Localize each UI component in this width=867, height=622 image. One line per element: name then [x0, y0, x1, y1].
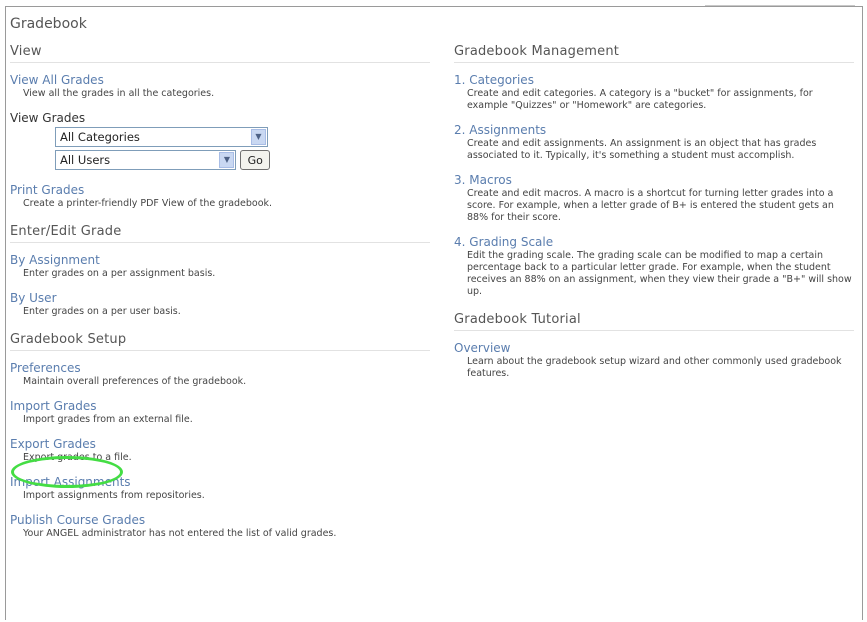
by-assignment-item: By Assignment Enter grades on a per assi… — [10, 253, 430, 280]
category-select[interactable]: All Categories ▼ — [55, 127, 268, 147]
by-user-desc: Enter grades on a per user basis. — [23, 306, 181, 317]
overview-item: Overview Learn about the gradebook setup… — [454, 341, 854, 380]
grading-scale-item: 4. Grading Scale Edit the grading scale.… — [454, 235, 854, 298]
view-grades-controls: All Categories ▼ All Users ▼ Go — [55, 127, 270, 170]
view-all-grades-link[interactable]: View All Grades — [10, 73, 430, 87]
export-grades-item: Export Grades Export grades to a file. — [10, 437, 430, 464]
import-grades-desc: Import grades from an external file. — [23, 414, 193, 425]
publish-course-grades-item: Publish Course Grades Your ANGEL adminis… — [10, 513, 430, 540]
view-all-grades-item: View All Grades View all the grades in a… — [10, 73, 430, 100]
preferences-desc: Maintain overall preferences of the grad… — [23, 376, 247, 387]
macros-desc: Create and edit macros. A macro is a sho… — [467, 188, 834, 223]
preferences-link[interactable]: Preferences — [10, 361, 430, 375]
publish-course-grades-link[interactable]: Publish Course Grades — [10, 513, 430, 527]
left-column: View View All Grades View all the grades… — [10, 44, 430, 551]
export-grades-desc: Export grades to a file. — [23, 452, 132, 463]
overview-desc: Learn about the gradebook setup wizard a… — [467, 356, 842, 379]
overview-link[interactable]: Overview — [454, 341, 854, 355]
import-assignments-desc: Import assignments from repositories. — [23, 490, 205, 501]
go-button[interactable]: Go — [240, 150, 270, 170]
print-grades-desc: Create a printer-friendly PDF View of th… — [23, 198, 273, 209]
chevron-down-icon[interactable]: ▼ — [251, 129, 266, 145]
gradebook-management-heading: Gradebook Management — [454, 44, 854, 63]
view-grades-label: View Grades — [10, 111, 86, 125]
assignments-desc: Create and edit assignments. An assignme… — [467, 138, 817, 161]
import-grades-link[interactable]: Import Grades — [10, 399, 430, 413]
view-all-grades-desc: View all the grades in all the categorie… — [23, 88, 215, 99]
user-select-value: All Users — [60, 153, 111, 167]
categories-item: 1. Categories Create and edit categories… — [454, 73, 854, 112]
enter-edit-heading: Enter/Edit Grade — [10, 224, 430, 243]
gradebook-tutorial-heading: Gradebook Tutorial — [454, 312, 854, 331]
assignments-item: 2. Assignments Create and edit assignmen… — [454, 123, 854, 162]
publish-course-grades-desc: Your ANGEL administrator has not entered… — [23, 528, 337, 539]
export-grades-link[interactable]: Export Grades — [10, 437, 430, 451]
print-grades-link[interactable]: Print Grades — [10, 183, 430, 197]
grading-scale-desc: Edit the grading scale. The grading scal… — [467, 250, 852, 297]
macros-link[interactable]: 3. Macros — [454, 173, 854, 187]
grading-scale-link[interactable]: 4. Grading Scale — [454, 235, 854, 249]
chevron-down-icon[interactable]: ▼ — [219, 152, 235, 168]
by-assignment-desc: Enter grades on a per assignment basis. — [23, 268, 216, 279]
top-divider — [705, 5, 855, 6]
import-assignments-item: Import Assignments Import assignments fr… — [10, 475, 430, 502]
categories-desc: Create and edit categories. A category i… — [467, 88, 813, 111]
page-title: Gradebook — [10, 16, 87, 32]
print-grades-item: Print Grades Create a printer-friendly P… — [10, 183, 430, 210]
categories-link[interactable]: 1. Categories — [454, 73, 854, 87]
preferences-item: Preferences Maintain overall preferences… — [10, 361, 430, 388]
gradebook-setup-heading: Gradebook Setup — [10, 332, 430, 351]
macros-item: 3. Macros Create and edit macros. A macr… — [454, 173, 854, 224]
view-heading: View — [10, 44, 430, 63]
assignments-link[interactable]: 2. Assignments — [454, 123, 854, 137]
import-grades-item: Import Grades Import grades from an exte… — [10, 399, 430, 426]
category-select-value: All Categories — [60, 130, 140, 144]
right-column: Gradebook Management 1. Categories Creat… — [454, 44, 854, 391]
user-select[interactable]: All Users ▼ — [55, 150, 237, 170]
user-select-row: All Users ▼ Go — [55, 150, 270, 170]
by-user-link[interactable]: By User — [10, 291, 430, 305]
by-user-item: By User Enter grades on a per user basis… — [10, 291, 430, 318]
import-assignments-link[interactable]: Import Assignments — [10, 475, 430, 489]
by-assignment-link[interactable]: By Assignment — [10, 253, 430, 267]
